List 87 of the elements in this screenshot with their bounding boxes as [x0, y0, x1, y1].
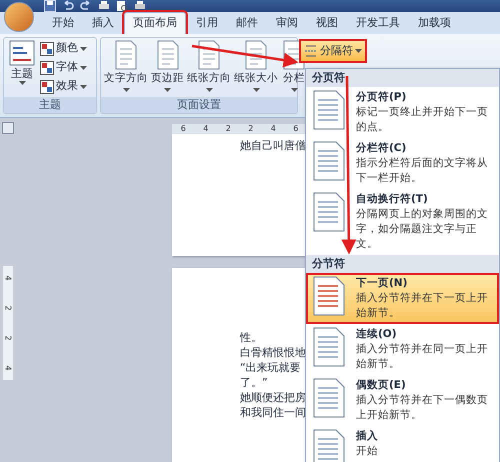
- text-line: 性。: [240, 330, 263, 345]
- caret-icon: [206, 88, 212, 92]
- save-icon[interactable]: [44, 0, 56, 12]
- redo-icon[interactable]: [80, 0, 92, 12]
- menu-item-description: 指示分栏符后面的文字将从下一栏开始。: [356, 156, 489, 186]
- text-line: 了。”: [240, 375, 269, 390]
- break-icon: [304, 45, 318, 57]
- caret-icon: [80, 66, 87, 70]
- menu-item-description: 插入分节符并在下一偶数页上开始新节。: [356, 393, 489, 423]
- menu-item-description: 标记一页终止并开始下一页的点。: [356, 105, 489, 135]
- ribbon-tab[interactable]: 页面布局: [124, 12, 186, 34]
- caret-icon: [18, 81, 26, 85]
- ribbon-tab[interactable]: 开始: [44, 12, 82, 34]
- ruler-number: 2: [3, 305, 14, 311]
- group-label: 页面设置: [101, 97, 297, 113]
- page-setup-button[interactable]: 纸张大小: [233, 40, 279, 95]
- page-lines-icon: [312, 141, 346, 181]
- page-setup-button[interactable]: 页边距: [150, 40, 185, 95]
- ribbon-tab[interactable]: 开发工具: [348, 12, 408, 34]
- menu-item-description: 插入分节符并在同一页上开始新节。: [356, 342, 489, 372]
- caret-icon: [122, 88, 130, 92]
- caret-icon: [80, 84, 87, 88]
- page-lines-icon: [312, 378, 346, 418]
- tab-selector[interactable]: [2, 122, 14, 134]
- menu-section-header: 分页符: [306, 69, 499, 87]
- menu-item[interactable]: 分页符(P) 标记一页终止并开始下一页的点。: [306, 87, 499, 138]
- group-label: 主题: [4, 97, 96, 113]
- print-preview-icon[interactable]: [116, 0, 128, 12]
- ruler-number: 4: [3, 365, 14, 371]
- menu-item-description: 插入分节符并在下一页上开始新节。: [356, 291, 489, 321]
- ribbon-tab[interactable]: 审阅: [268, 12, 306, 34]
- theme-option-button[interactable]: 颜色: [40, 40, 87, 57]
- menu-item[interactable]: 分栏符(C) 指示分栏符后面的文字将从下一栏开始。: [306, 138, 499, 189]
- menu-section-header: 分节符: [306, 255, 499, 273]
- ribbon-tab[interactable]: 视图: [308, 12, 346, 34]
- menu-item[interactable]: 插入 开始: [306, 426, 499, 462]
- menu-item-title: 自动换行符(T): [356, 192, 429, 207]
- caret-icon: [80, 46, 87, 50]
- menu-item-description: 开始: [356, 444, 379, 459]
- color-swatch-icon: [40, 42, 54, 56]
- menu-item-description: 分隔网页上的对象周围的文字，如分隔题注文字与正文。: [356, 207, 489, 252]
- text-line: 白骨精恨恨地: [240, 345, 307, 360]
- ruler-number: 4: [270, 123, 276, 135]
- text-line: “出来玩就要: [240, 360, 302, 375]
- menu-item[interactable]: 连续(O) 插入分节符并在同一页上开始新节。: [306, 324, 499, 375]
- page-lines-icon: [312, 327, 346, 367]
- text-line: 和我同住一间: [240, 405, 307, 420]
- menu-item-title: 下一页(N): [356, 276, 408, 291]
- menu-item[interactable]: 自动换行符(T) 分隔网页上的对象周围的文字，如分隔题注文字与正文。: [306, 189, 499, 255]
- effects-icon: [40, 80, 54, 94]
- font-icon: [40, 60, 54, 74]
- printer-icon[interactable]: [134, 0, 146, 12]
- ruler-number: 6: [293, 123, 298, 135]
- menu-item[interactable]: 偶数页(E) 插入分节符并在下一偶数页上开始新节。: [306, 375, 499, 426]
- page-lines-icon: [312, 90, 346, 130]
- caret-icon: [290, 88, 298, 92]
- ruler-number: 2: [226, 123, 231, 135]
- ribbon-tab[interactable]: 插入: [84, 12, 122, 34]
- breaks-button[interactable]: 分隔符: [301, 41, 365, 61]
- menu-item-title: 分栏符(C): [356, 141, 408, 156]
- caret-icon: [252, 88, 260, 92]
- ribbon-tab[interactable]: 引用: [188, 12, 226, 34]
- ruler-number: 6: [180, 123, 186, 135]
- themes-icon: [9, 40, 35, 66]
- theme-option-button[interactable]: 字体: [40, 59, 87, 76]
- caret-icon: [164, 88, 171, 92]
- menu-item-title: 插入: [356, 429, 379, 444]
- menu-item-title: 偶数页(E): [356, 378, 407, 393]
- caret-icon: [355, 49, 362, 53]
- menu-item-title: 分页符(P): [356, 90, 408, 105]
- ruler-number: 4: [3, 275, 14, 281]
- page-setup-button[interactable]: 文字方向: [103, 40, 149, 95]
- ruler-number: 4: [203, 123, 208, 135]
- text-line: 她顺便还把房: [240, 390, 307, 405]
- page-setup-button[interactable]: 纸张方向: [186, 40, 232, 95]
- ribbon-tab[interactable]: 邮件: [228, 12, 266, 34]
- menu-item[interactable]: 下一页(N) 插入分节符并在下一页上开始新节。: [306, 273, 499, 324]
- undo-icon[interactable]: [62, 0, 74, 12]
- ruler-number: 2: [248, 123, 254, 135]
- menu-item-title: 连续(O): [356, 327, 398, 342]
- printer-icon[interactable]: [98, 0, 110, 12]
- page-lines-icon: [312, 192, 346, 232]
- ruler-number: 2: [3, 335, 14, 341]
- page-lines-icon: [312, 276, 346, 316]
- theme-option-button[interactable]: 效果: [40, 78, 87, 95]
- themes-button[interactable]: 主题: [6, 40, 38, 95]
- ribbon-tab[interactable]: 加载项: [410, 12, 459, 34]
